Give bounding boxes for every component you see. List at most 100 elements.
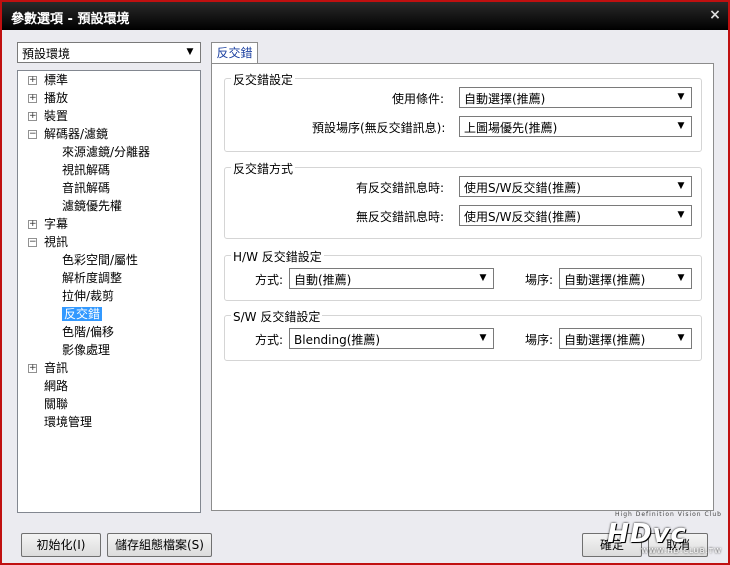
chevron-down-icon: ▼ [479, 273, 487, 283]
without-info-label: 無反交錯訊息時: [356, 210, 445, 224]
hw-method-value: 自動(推薦) [294, 273, 352, 287]
group-title: 反交錯設定 [231, 71, 296, 88]
tree-item[interactable]: 視訊解碼 [62, 161, 110, 179]
init-button[interactable]: 初始化(I) [21, 533, 101, 557]
watermark: High Definition Vision Club HDvc WWW.HD.… [572, 511, 722, 559]
tree-item[interactable]: 色彩空間/屬性 [62, 251, 138, 269]
expand-icon[interactable]: + [28, 76, 37, 85]
without-info-select[interactable]: 使用S/W反交錯(推薦) ▼ [459, 205, 692, 226]
sw-method-value: Blending(推薦) [294, 333, 381, 347]
tree-item[interactable]: + 標準 [28, 71, 69, 89]
tree-item-label: 字幕 [44, 217, 69, 231]
tree-item-label: 環境管理 [44, 415, 93, 429]
hw-field-order-value: 自動選擇(推薦) [564, 273, 646, 287]
chevron-down-icon: ▼ [186, 47, 194, 57]
tree-item[interactable]: − 解碼器/濾鏡 [28, 125, 109, 143]
tree-item[interactable]: 濾鏡優先權 [62, 197, 122, 215]
tree-item[interactable]: 色階/偏移 [62, 323, 114, 341]
tree-item-label: 解析度調整 [62, 271, 123, 285]
watermark-tagline: High Definition Vision Club [615, 511, 722, 518]
tree-item[interactable]: 拉伸/裁剪 [62, 287, 114, 305]
tree-item[interactable]: + 播放 [28, 89, 69, 107]
tree-item[interactable]: + 裝置 [28, 107, 69, 125]
tree-item[interactable]: 音訊解碼 [62, 179, 110, 197]
init-button-label: 初始化(I) [36, 538, 86, 552]
tree-item[interactable]: + 字幕 [28, 215, 69, 233]
sw-deinterlace-group: S/W 反交錯設定 方式: Blending(推薦) ▼ 場序: 自動選擇(推薦… [224, 308, 702, 361]
expand-icon[interactable]: + [28, 364, 37, 373]
tree-item[interactable]: 來源濾鏡/分離器 [62, 143, 150, 161]
watermark-url: WWW.HD.CLUB.TW [641, 547, 722, 555]
collapse-icon[interactable]: − [28, 130, 37, 139]
profile-select-value: 預設環境 [22, 47, 71, 61]
close-icon[interactable]: × [708, 8, 722, 22]
deinterlace-settings-group: 反交錯設定 使用條件: 自動選擇(推薦) ▼ 預設場序(無反交錯訊息): 上圖場… [224, 71, 702, 152]
group-title: H/W 反交錯設定 [231, 248, 324, 265]
with-info-select[interactable]: 使用S/W反交錯(推薦) ▼ [459, 176, 692, 197]
group-title: S/W 反交錯設定 [231, 308, 323, 325]
tab-panel: 反交錯設定 使用條件: 自動選擇(推薦) ▼ 預設場序(無反交錯訊息): 上圖場… [211, 63, 714, 511]
tree-item-label: 網路 [44, 379, 69, 393]
tree-item-label: 播放 [44, 91, 69, 105]
deinterlace-method-group: 反交錯方式 有反交錯訊息時: 使用S/W反交錯(推薦) ▼ 無反交錯訊息時: 使… [224, 160, 702, 239]
expand-icon[interactable]: + [28, 94, 37, 103]
sw-field-order-select[interactable]: 自動選擇(推薦) ▼ [559, 328, 692, 349]
profile-select[interactable]: 預設環境 ▼ [17, 42, 201, 63]
settings-tree[interactable]: + 標準 + 播放 + 裝置 − 解碼器/濾鏡 來源濾鏡/分離器 視訊解碼 音訊解碼 濾鏡優先權 + 字幕… [17, 70, 201, 513]
preferences-window: 參數選項 - 預設環境 × 預設環境 ▼ + 標準 + 播放 + 裝置 − 解碼器/濾鏡 來源濾… [0, 0, 730, 565]
tree-item[interactable]: 關聯 [44, 395, 68, 413]
expand-icon[interactable]: + [28, 112, 37, 121]
tree-item[interactable]: 影像處理 [62, 341, 110, 359]
tree-item-label: 濾鏡優先權 [62, 199, 123, 213]
tree-item-label: 色彩空間/屬性 [62, 253, 139, 267]
chevron-down-icon: ▼ [677, 333, 685, 343]
watermark-logo: HDvc [607, 519, 687, 549]
tree-item-label: 音訊 [44, 361, 69, 375]
without-info-value: 使用S/W反交錯(推薦) [464, 210, 581, 224]
title-bar[interactable]: 參數選項 - 預設環境 × [2, 2, 728, 30]
tree-item[interactable]: 反交錯 [62, 305, 103, 323]
tree-item-label: 標準 [44, 73, 69, 87]
tree-item-label: 解碼器/濾鏡 [44, 127, 109, 141]
tree-item-label: 影像處理 [62, 343, 111, 357]
tree-item[interactable]: 解析度調整 [62, 269, 122, 287]
chevron-down-icon: ▼ [677, 92, 685, 102]
tree-item-label: 拉伸/裁剪 [62, 289, 115, 303]
tree-item-label: 關聯 [44, 397, 69, 411]
condition-select[interactable]: 自動選擇(推薦) ▼ [459, 87, 692, 108]
tree-item-label: 視訊 [44, 235, 69, 249]
sw-field-order-label: 場序: [525, 333, 554, 347]
tab-deinterlace[interactable]: 反交錯 [211, 42, 258, 64]
tree-item-label: 裝置 [44, 109, 69, 123]
tree-item-label: 來源濾鏡/分離器 [62, 145, 151, 159]
sw-method-label: 方式: [255, 333, 284, 347]
save-profile-button-label: 儲存組態檔案(S) [115, 538, 204, 552]
tree-item-label: 反交錯 [62, 307, 103, 321]
save-profile-button[interactable]: 儲存組態檔案(S) [107, 533, 212, 557]
tree-item[interactable]: − 視訊 [28, 233, 69, 251]
tab-label: 反交錯 [216, 46, 253, 60]
collapse-icon[interactable]: − [28, 238, 37, 247]
chevron-down-icon: ▼ [677, 121, 685, 131]
hw-field-order-select[interactable]: 自動選擇(推薦) ▼ [559, 268, 692, 289]
tree-item-label: 視訊解碼 [62, 163, 111, 177]
expand-icon[interactable]: + [28, 220, 37, 229]
default-field-order-value: 上圖場優先(推薦) [464, 121, 558, 135]
chevron-down-icon: ▼ [479, 333, 487, 343]
default-field-order-select[interactable]: 上圖場優先(推薦) ▼ [459, 116, 692, 137]
tree-item[interactable]: 環境管理 [44, 413, 92, 431]
dialog-body: 預設環境 ▼ + 標準 + 播放 + 裝置 − 解碼器/濾鏡 來源濾鏡/分離器 視訊解碼 音訊解碼濾… [2, 30, 728, 563]
group-title: 反交錯方式 [231, 160, 296, 177]
condition-label: 使用條件: [392, 92, 445, 106]
tree-item[interactable]: 網路 [44, 377, 68, 395]
condition-select-value: 自動選擇(推薦) [464, 92, 546, 106]
default-field-order-label: 預設場序(無反交錯訊息): [312, 121, 446, 135]
sw-field-order-value: 自動選擇(推薦) [564, 333, 646, 347]
tree-item-label: 色階/偏移 [62, 325, 115, 339]
hw-method-select[interactable]: 自動(推薦) ▼ [289, 268, 494, 289]
chevron-down-icon: ▼ [677, 181, 685, 191]
tree-item[interactable]: + 音訊 [28, 359, 69, 377]
window-title: 參數選項 - 預設環境 [11, 12, 130, 27]
sw-method-select[interactable]: Blending(推薦) ▼ [289, 328, 494, 349]
tree-item-label: 音訊解碼 [62, 181, 111, 195]
